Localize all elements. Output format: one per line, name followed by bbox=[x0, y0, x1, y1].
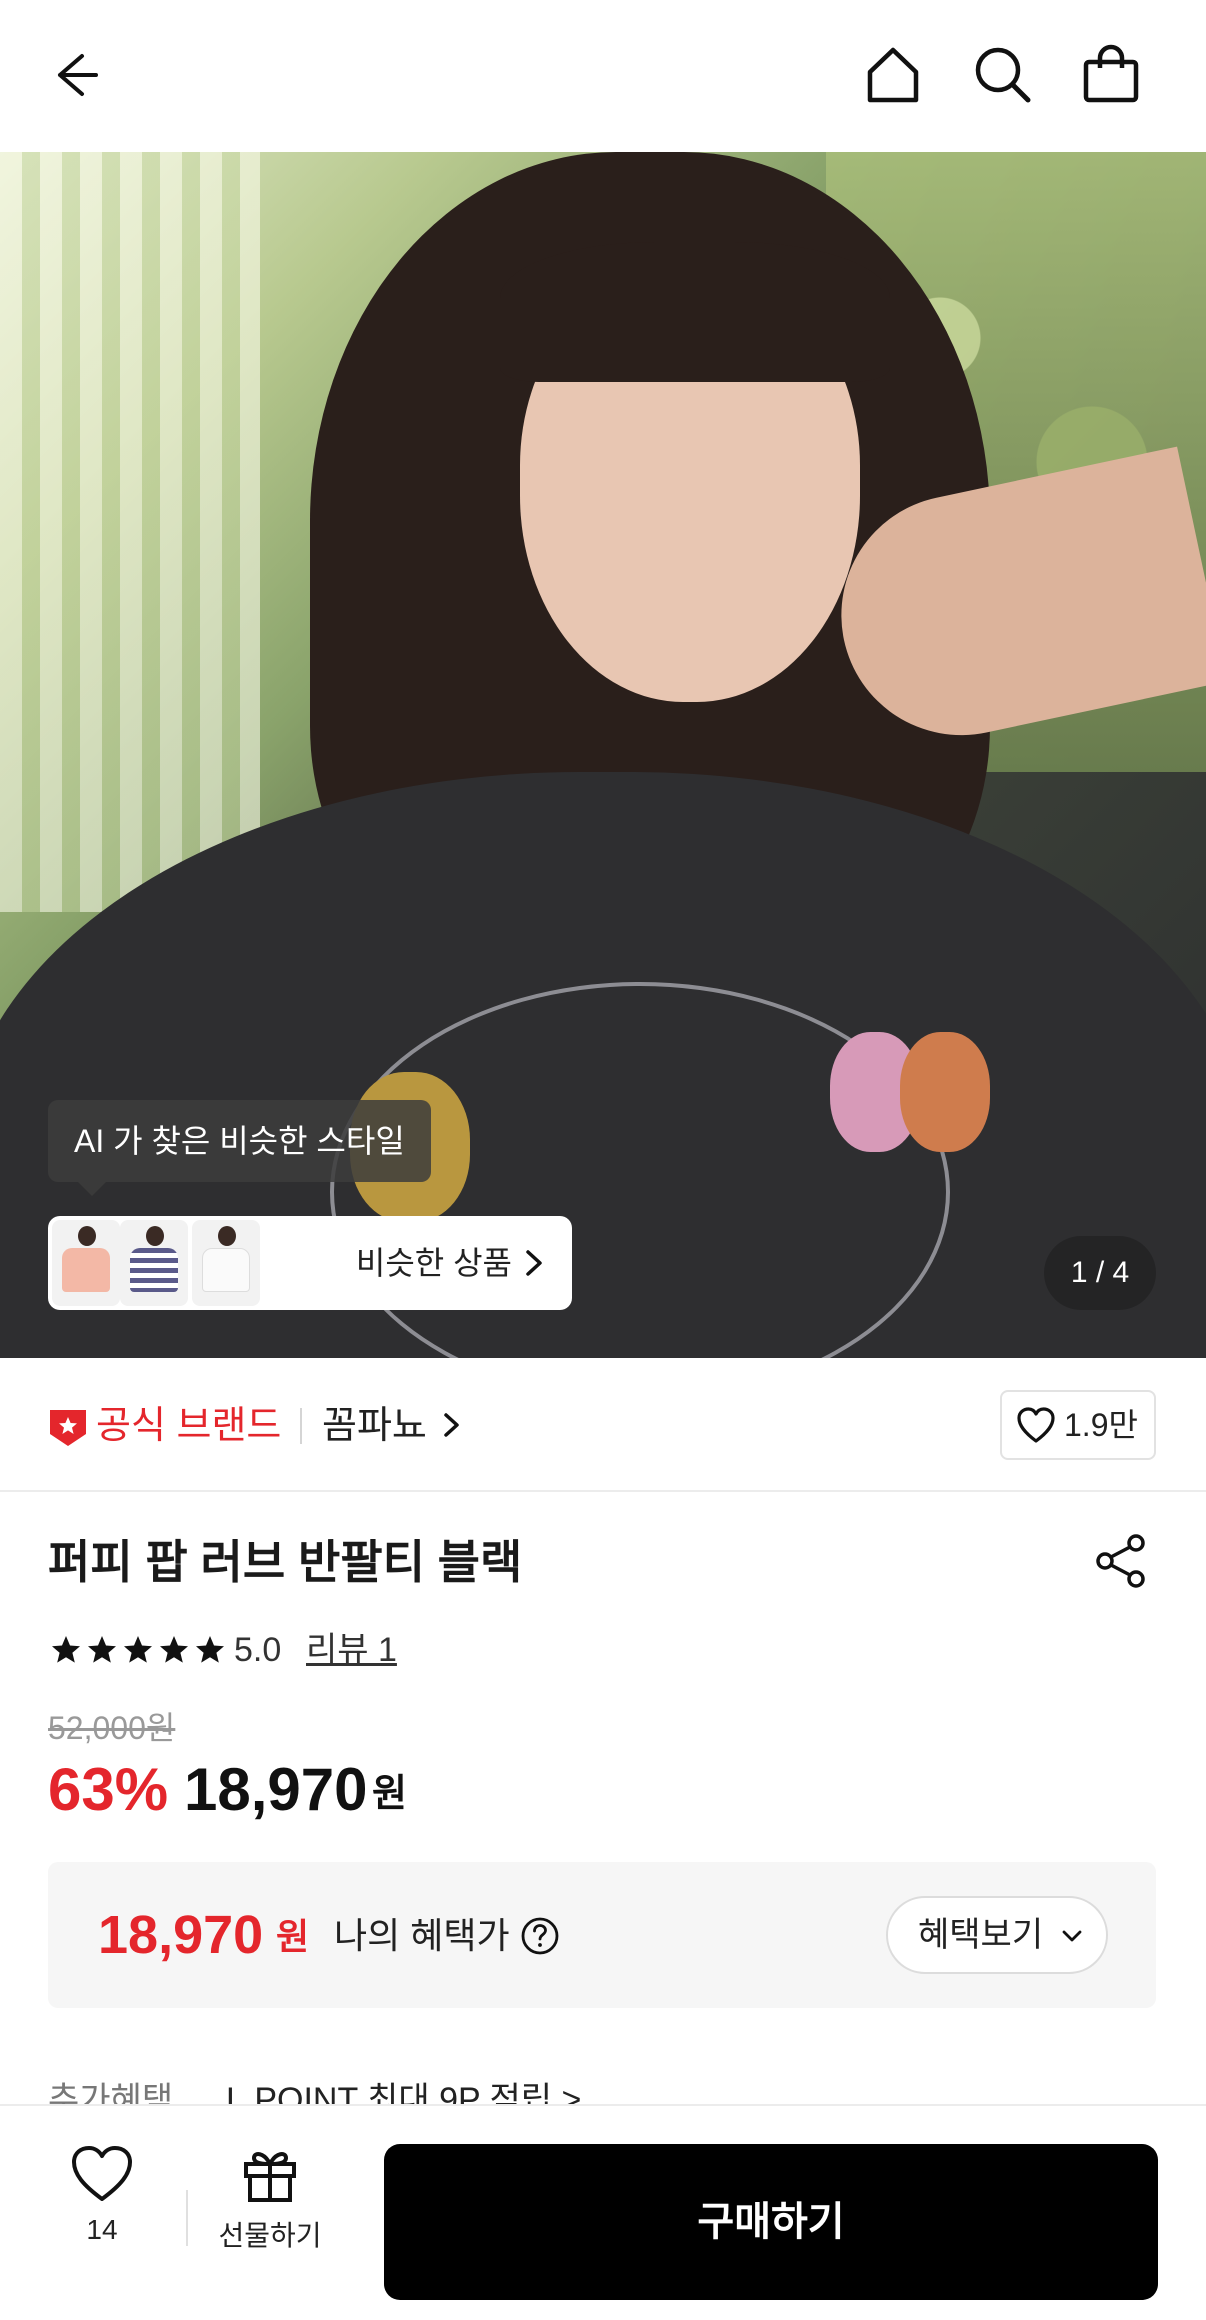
brand-name-link[interactable]: 꼼파뇨 bbox=[322, 1394, 427, 1458]
brand-row: 공식 브랜드 꼼파뇨 1.9만 bbox=[0, 1358, 1206, 1492]
review-link[interactable]: 리뷰 1 bbox=[306, 1628, 397, 1672]
image-counter: 1 / 4 bbox=[1044, 1236, 1156, 1310]
view-benefits-button[interactable]: 혜택보기 bbox=[886, 1896, 1108, 1974]
tshirt-bear-graphic bbox=[900, 1032, 990, 1152]
chevron-down-icon bbox=[1060, 1924, 1084, 1948]
view-benefits-label: 혜택보기 bbox=[918, 1916, 1044, 1954]
ai-style-tooltip: AI 가 찾은 비슷한 스타일 bbox=[48, 1100, 431, 1196]
official-badge-icon bbox=[48, 1406, 88, 1448]
official-brand-label: 공식 브랜드 bbox=[96, 1405, 282, 1447]
divider bbox=[300, 1408, 302, 1444]
wishlist-button[interactable]: 14 bbox=[58, 2130, 146, 2260]
search-icon[interactable] bbox=[968, 40, 1038, 110]
top-app-bar bbox=[0, 0, 1206, 152]
benefit-price-unit: 원 bbox=[276, 1916, 310, 1957]
rating-value: 5.0 bbox=[234, 1631, 282, 1669]
benefit-price: 18,970 bbox=[98, 1905, 264, 1965]
sale-price: 18,970 bbox=[184, 1756, 368, 1823]
like-count: 1.9만 bbox=[1064, 1407, 1138, 1443]
wishlist-count: 14 bbox=[86, 2214, 118, 2245]
gift-button[interactable]: 선물하기 bbox=[210, 2130, 330, 2260]
rating-stars bbox=[48, 1632, 228, 1672]
product-title: 퍼피 팝 러브 반팔티 블랙 bbox=[48, 1536, 523, 1588]
price-unit: 원 bbox=[372, 1773, 407, 1815]
arrow-left-icon[interactable] bbox=[38, 40, 108, 110]
similar-thumbnail bbox=[192, 1220, 260, 1306]
gift-icon bbox=[240, 2144, 300, 2204]
model-bangs bbox=[500, 242, 890, 382]
heart-icon bbox=[70, 2144, 134, 2204]
benefit-price-box: 18,970 원 나의 혜택가 혜택보기 bbox=[48, 1862, 1156, 2008]
shopping-bag-icon[interactable] bbox=[1076, 40, 1146, 110]
bottom-action-bar: 14 선물하기 구매하기 bbox=[0, 2104, 1206, 2320]
heart-icon bbox=[1016, 1406, 1056, 1446]
brand-like-button[interactable]: 1.9만 bbox=[1000, 1390, 1156, 1460]
original-price: 52,000원 bbox=[48, 1710, 176, 1746]
chevron-right-icon[interactable] bbox=[436, 1410, 466, 1440]
similar-thumbnail bbox=[52, 1220, 120, 1306]
star-icon bbox=[52, 1636, 80, 1663]
benefit-label: 나의 혜택가 bbox=[334, 1915, 510, 1956]
discount-rate: 63% bbox=[48, 1756, 169, 1823]
star-icon bbox=[196, 1636, 224, 1663]
star-icon bbox=[124, 1636, 152, 1663]
star-icon bbox=[160, 1636, 188, 1663]
buy-button[interactable]: 구매하기 bbox=[384, 2144, 1158, 2300]
share-icon[interactable] bbox=[1090, 1530, 1152, 1592]
similar-products-label: 비슷한 상품 bbox=[355, 1245, 512, 1281]
question-circle-icon[interactable] bbox=[520, 1916, 560, 1956]
background-curtain bbox=[0, 152, 260, 912]
chevron-right-icon bbox=[516, 1246, 550, 1280]
similar-products-button[interactable]: 비슷한 상품 bbox=[48, 1216, 572, 1310]
gift-label: 선물하기 bbox=[218, 2220, 322, 2251]
star-icon bbox=[88, 1636, 116, 1663]
home-icon[interactable] bbox=[858, 40, 928, 110]
similar-thumbnail bbox=[120, 1220, 188, 1306]
divider bbox=[186, 2190, 188, 2246]
